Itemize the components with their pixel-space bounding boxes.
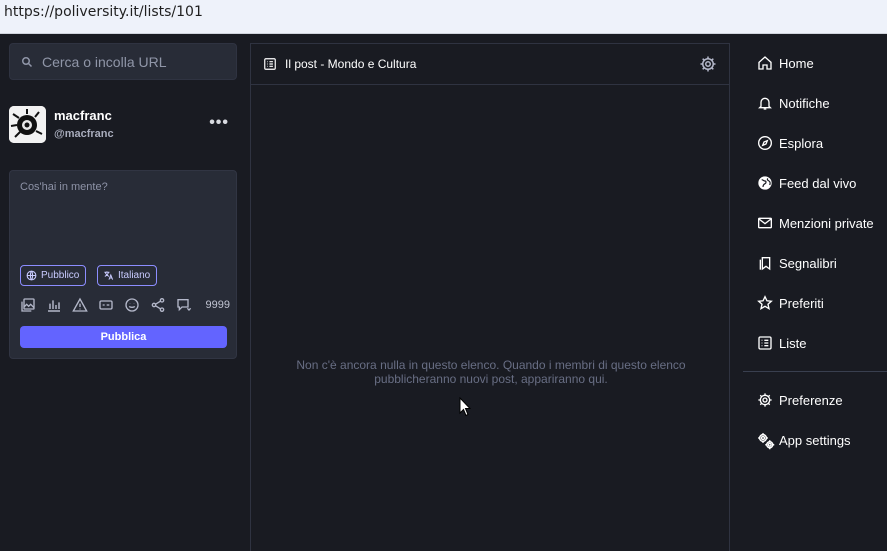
- list-column: Il post - Mondo e Cultura Non c'è ancora…: [250, 43, 730, 551]
- globe-icon: [26, 270, 37, 281]
- nav-item-segnalibri[interactable]: Segnalibri: [743, 248, 887, 278]
- account-handle[interactable]: @macfranc: [54, 128, 114, 140]
- warning-icon[interactable]: [72, 297, 88, 313]
- nav-label: App settings: [779, 433, 851, 448]
- nav-item-app-settings[interactable]: App settings: [743, 425, 887, 455]
- nav-item-liste[interactable]: Liste: [743, 328, 887, 358]
- nav-item-notifiche[interactable]: Notifiche: [743, 88, 887, 118]
- nav-item-menzioni-private[interactable]: Menzioni private: [743, 208, 887, 238]
- search-icon: [22, 57, 33, 68]
- mouse-cursor-icon: [459, 397, 471, 417]
- gear-icon: [758, 393, 772, 407]
- language-button[interactable]: Italiano: [97, 265, 158, 286]
- compass-icon: [758, 136, 772, 150]
- nav-item-preferiti[interactable]: Preferiti: [743, 288, 887, 318]
- account-display-name[interactable]: macfranc: [54, 108, 112, 123]
- emoji-icon[interactable]: [124, 297, 140, 313]
- visibility-button[interactable]: Pubblico: [20, 265, 87, 286]
- bookmarks-icon: [759, 257, 771, 271]
- empty-list-message: Non c'è ancora nulla in questo elenco. Q…: [296, 358, 686, 386]
- nav-label: Home: [779, 56, 814, 71]
- nav-item-feed-dal-vivo[interactable]: Feed dal vivo: [743, 168, 887, 198]
- search-box[interactable]: Cerca o incolla URL: [9, 43, 237, 80]
- avatar[interactable]: [9, 106, 46, 143]
- nav-label: Preferiti: [779, 296, 824, 311]
- account-menu-button[interactable]: •••: [209, 114, 229, 132]
- nav-label: Feed dal vivo: [779, 176, 857, 191]
- bell-icon: [758, 97, 772, 110]
- mail-icon: [758, 217, 772, 229]
- language-label: Italiano: [118, 270, 151, 281]
- poll-icon[interactable]: [46, 297, 62, 313]
- browser-address-bar[interactable]: https://poliversity.it/lists/101: [0, 0, 887, 34]
- list-icon: [264, 58, 276, 70]
- visibility-label: Pubblico: [41, 270, 80, 281]
- nav-label: Notifiche: [779, 96, 830, 111]
- publish-button[interactable]: Pubblica: [20, 326, 227, 348]
- column-header[interactable]: Il post - Mondo e Cultura: [251, 44, 729, 85]
- compose-form: Cos'hai in mente? Pubblico Italiano 9999…: [9, 170, 237, 359]
- home-icon: [758, 56, 772, 70]
- compose-toolbar: 9999: [20, 297, 230, 315]
- address-url[interactable]: https://poliversity.it/lists/101: [4, 4, 203, 20]
- character-counter: 9999: [205, 299, 230, 311]
- nav-label: Preferenze: [779, 393, 843, 408]
- nav-label: Esplora: [779, 136, 824, 151]
- nav-label: Liste: [779, 336, 807, 351]
- compose-textarea[interactable]: Cos'hai in mente?: [20, 181, 108, 193]
- translate-icon: [104, 271, 114, 280]
- nav-item-esplora[interactable]: Esplora: [743, 128, 887, 158]
- list-icon: [758, 336, 772, 350]
- star-icon: [757, 295, 773, 311]
- nav-divider: [743, 371, 887, 372]
- column-settings-gear-icon[interactable]: [699, 55, 717, 73]
- globe-icon: [758, 176, 772, 190]
- search-input[interactable]: Cerca o incolla URL: [42, 54, 167, 70]
- gears-icon: [758, 433, 775, 450]
- quote-post-icon[interactable]: [176, 297, 192, 313]
- content-warning-icon[interactable]: [98, 297, 114, 313]
- share-icon[interactable]: [150, 297, 166, 313]
- media-icon[interactable]: [20, 297, 36, 313]
- nav-item-preferenze[interactable]: Preferenze: [743, 385, 887, 415]
- column-title: Il post - Mondo e Cultura: [285, 57, 417, 71]
- nav-item-home[interactable]: Home: [743, 48, 887, 78]
- account-header: macfranc @macfranc •••: [9, 106, 237, 146]
- nav-label: Menzioni private: [779, 216, 874, 231]
- nav-label: Segnalibri: [779, 256, 837, 271]
